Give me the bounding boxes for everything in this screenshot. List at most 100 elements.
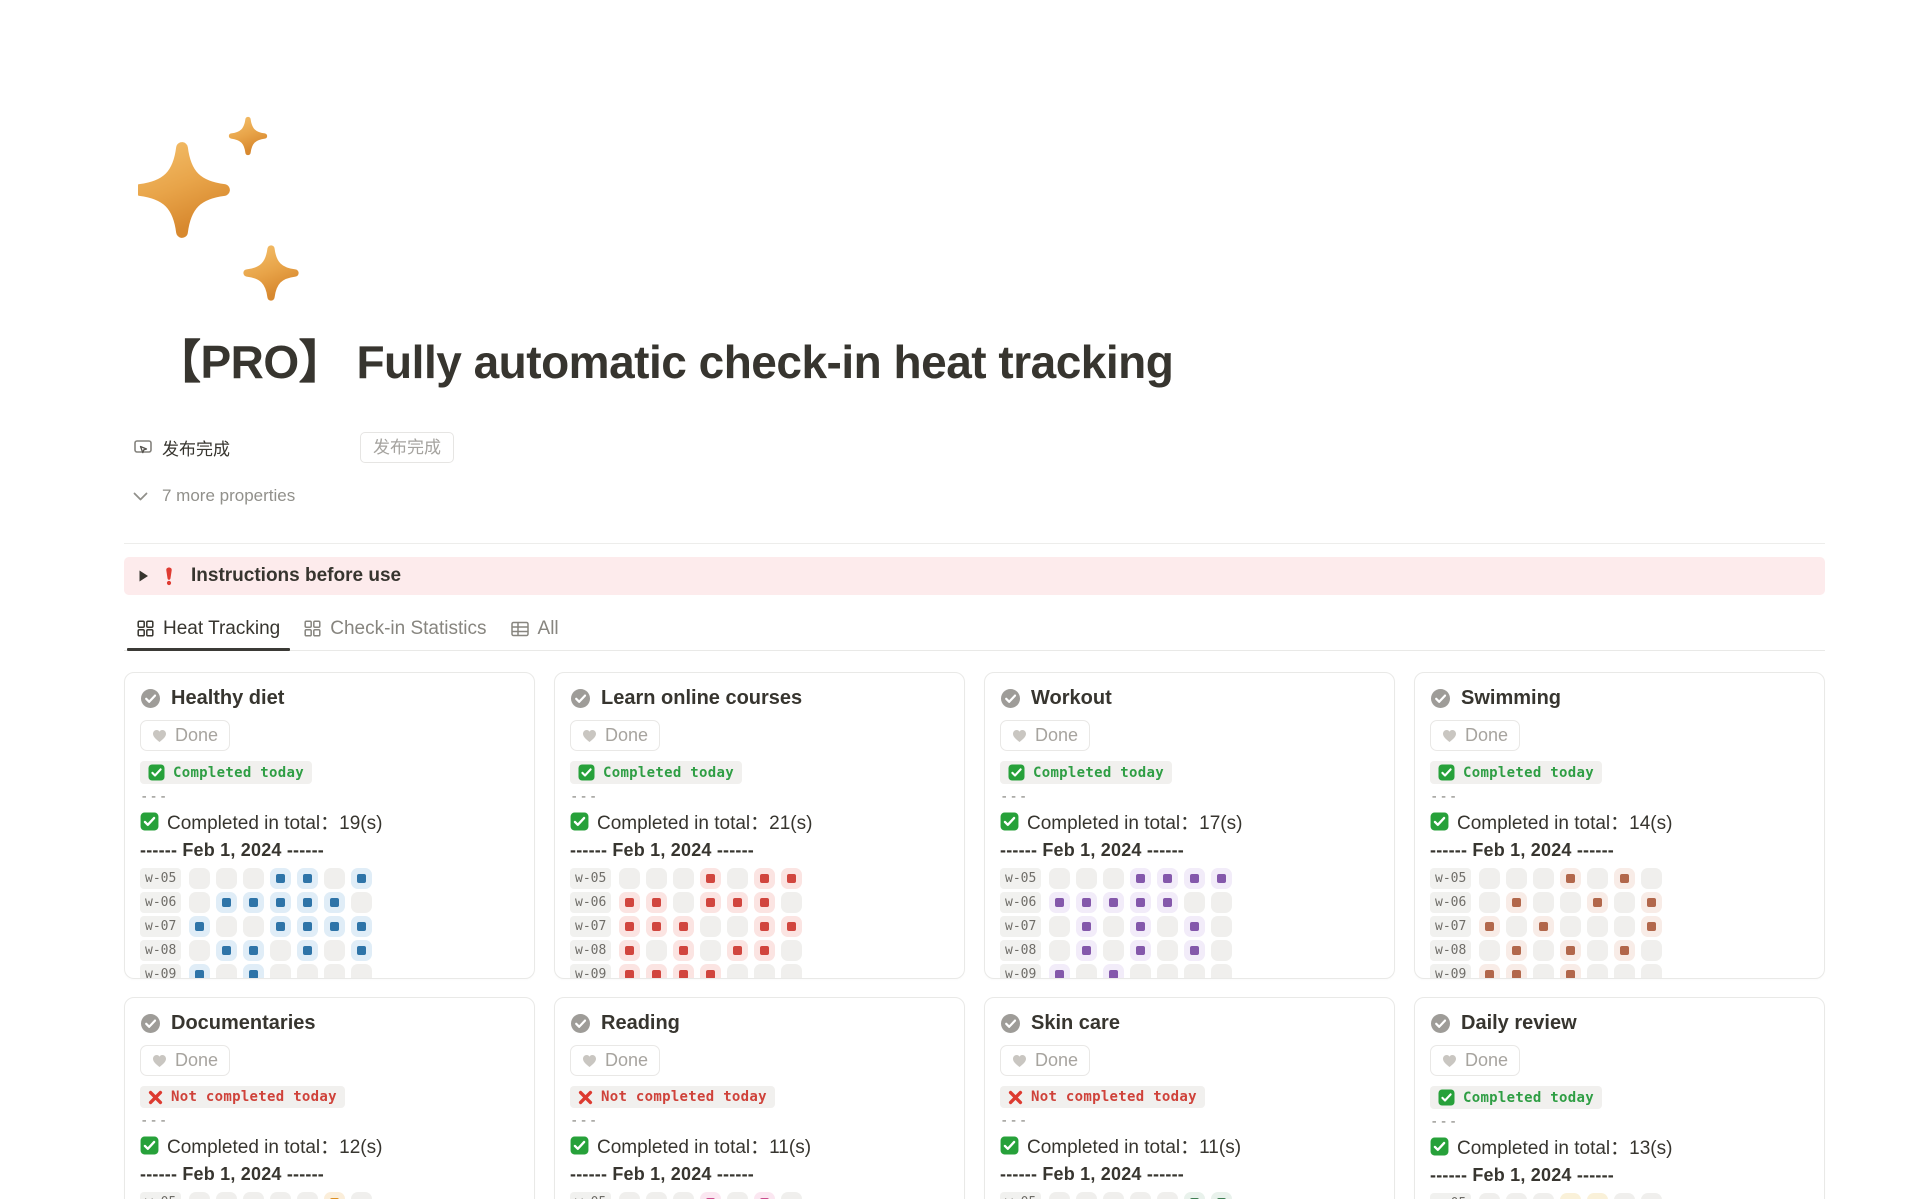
week-label: w-05 [1000, 1192, 1041, 1199]
heatmap-cell-empty [1614, 964, 1635, 979]
tab-label: Heat Tracking [163, 618, 280, 640]
heatmap-cell-dot [1620, 874, 1629, 883]
done-tag-label: Done [1465, 725, 1508, 746]
status-label: Not completed today [171, 1089, 337, 1105]
habit-card[interactable]: Learn online courses Done Completed toda… [554, 672, 965, 979]
sparkles-page-icon[interactable] [138, 110, 318, 310]
heatmap-cell-empty [1506, 916, 1527, 937]
tab-all[interactable]: All [511, 607, 559, 650]
check-circle-icon [1000, 688, 1021, 709]
heatmap-week-row: w-09 [570, 964, 949, 979]
total-line: Completed in total：13(s) [1430, 1133, 1809, 1160]
heatmap-cell-empty [1641, 964, 1662, 979]
separator-text: --- [1000, 1113, 1379, 1129]
heatmap-cell-filled [1157, 868, 1178, 889]
heatmap-cell-dot [733, 898, 742, 907]
heatmap-cell-empty [324, 964, 345, 979]
status-badge: Completed today [1430, 761, 1602, 784]
week-label: w-05 [1430, 1193, 1471, 1199]
property-name[interactable]: 发布完成 [133, 435, 360, 460]
heatmap-cell-filled [646, 916, 667, 937]
heatmap-cell-filled [1157, 892, 1178, 913]
heatmap-cell-filled [1560, 964, 1581, 979]
week-label: w-06 [1000, 892, 1041, 913]
heatmap-cell-empty [1641, 1193, 1662, 1199]
heatmap-cell-filled [1076, 940, 1097, 961]
heatmap-cell-dot [1136, 922, 1145, 931]
heatmap-week-row: w-05 [1000, 868, 1379, 889]
habit-card[interactable]: Daily review Done Completed today --- [1414, 997, 1825, 1199]
done-tag: Done [1000, 1045, 1090, 1076]
heatmap-cell-dot [357, 922, 366, 931]
card-header: Learn online courses [570, 685, 949, 711]
heatmap-cell-filled [727, 892, 748, 913]
heatmap-cell-empty [619, 1192, 640, 1199]
heatmap-cell-empty [1533, 964, 1554, 979]
cross-mark-emoji [1008, 1090, 1023, 1105]
habit-card[interactable]: Healthy diet Done Completed today --- [124, 672, 535, 979]
heatmap-cell-empty [1103, 868, 1124, 889]
property-value-tag[interactable]: 发布完成 [360, 432, 454, 463]
check-circle-icon [570, 1013, 591, 1034]
heatmap-cell-empty [1533, 1193, 1554, 1199]
heatmap-cell-filled [1587, 1193, 1608, 1199]
heatmap-cell-filled [1130, 940, 1151, 961]
heatmap-cell-empty [324, 940, 345, 961]
instructions-callout[interactable]: Instructions before use [124, 557, 1825, 595]
heatmap-cell-filled [216, 940, 237, 961]
card-header: Healthy diet [140, 685, 519, 711]
heatmap-cell-filled [673, 940, 694, 961]
heatmap-cell-empty [1587, 916, 1608, 937]
property-name-label: 发布完成 [162, 435, 230, 460]
heatmap-week-row: w-07 [1430, 916, 1809, 937]
heatmap-cell-dot [222, 898, 231, 907]
heatmap-cell-dot [760, 874, 769, 883]
habit-card[interactable]: Documentaries Done Not completed today -… [124, 997, 535, 1199]
heatmap-cell-filled [619, 940, 640, 961]
heatmap-week-row: w-08 [140, 940, 519, 961]
heatmap-week-row: w-06 [1000, 892, 1379, 913]
week-label: w-09 [1430, 964, 1471, 979]
heatmap-cell-dot [1163, 898, 1172, 907]
heatmap-week-row: w-06 [570, 892, 949, 913]
habit-card[interactable]: Swimming Done Completed today --- Comp [1414, 672, 1825, 979]
heatmap-cell-dot [1190, 874, 1199, 883]
total-label: Completed in total：13(s) [1457, 1133, 1672, 1160]
heatmap-cell-filled [754, 868, 775, 889]
heatmap-grid: w-05w-06w-07w-08w-09 [1000, 868, 1379, 979]
heatmap-cell-empty [189, 1192, 210, 1199]
heatmap-cell-filled [673, 916, 694, 937]
habit-card[interactable]: Skin care Done Not completed today --- [984, 997, 1395, 1199]
heatmap-cell-empty [351, 1192, 372, 1199]
status-label: Not completed today [601, 1089, 767, 1105]
heatmap-cell-filled [700, 892, 721, 913]
more-properties-toggle[interactable]: 7 more properties [133, 484, 295, 508]
sparkle-medium [247, 249, 295, 297]
separator-text: --- [570, 1113, 949, 1129]
tab-heat-tracking[interactable]: Heat Tracking [137, 607, 280, 650]
heatmap-cell-empty [1157, 916, 1178, 937]
tab-check-in-statistics[interactable]: Check-in Statistics [304, 607, 486, 650]
heatmap-cell-dot [303, 922, 312, 931]
week-label: w-07 [1000, 916, 1041, 937]
heatmap-cell-empty [673, 868, 694, 889]
week-label: w-09 [1000, 964, 1041, 979]
heatmap-cell-filled [673, 964, 694, 979]
heatmap-cell-dot [1485, 922, 1494, 931]
heatmap-cell-filled [1184, 940, 1205, 961]
heatmap-cell-dot [1566, 946, 1575, 955]
heatmap-cell-empty [673, 892, 694, 913]
habit-card[interactable]: Reading Done Not completed today --- C [554, 997, 965, 1199]
heatmap-cell-empty [727, 868, 748, 889]
heatmap-cell-filled [1533, 916, 1554, 937]
heatmap-cell-empty [1479, 868, 1500, 889]
heatmap-week-row: w-09 [140, 964, 519, 979]
heatmap-cell-dot [625, 922, 634, 931]
heatmap-cell-filled [1184, 1192, 1205, 1199]
habit-card[interactable]: Workout Done Completed today --- Compl [984, 672, 1395, 979]
status-label: Not completed today [1031, 1089, 1197, 1105]
page-title[interactable]: 【PRO】 Fully automatic check-in heat trac… [155, 0, 1825, 392]
button-click-icon [133, 437, 153, 457]
heatmap-cell-empty [1560, 916, 1581, 937]
toggle-triangle-icon[interactable] [138, 569, 149, 583]
